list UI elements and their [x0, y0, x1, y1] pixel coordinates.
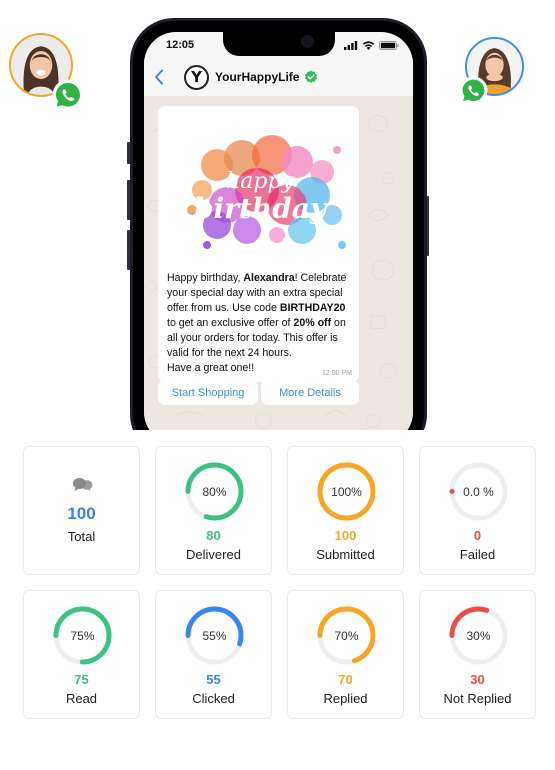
whatsapp-icon: [52, 79, 84, 111]
ring-percent-label: 70%: [334, 628, 359, 643]
chat-background: happy birthday Happy birthday, Alexandra…: [144, 96, 413, 444]
phone-notch: [222, 32, 335, 56]
stat-card-not-replied: 30% 30 Not Replied: [419, 590, 536, 719]
stat-label: Replied: [323, 691, 368, 706]
more-details-button[interactable]: More Details: [261, 380, 359, 405]
stat-value: 30: [470, 672, 485, 687]
stat-card-submitted: 100% 100 Submitted: [287, 446, 404, 575]
stat-card-replied: 70% 70 Replied: [287, 590, 404, 719]
business-logo: Y: [184, 64, 209, 90]
delivered-progress-ring: 80%: [184, 461, 245, 522]
ring-percent-label: 75%: [70, 628, 95, 643]
recipient-name: Alexandra: [243, 272, 295, 284]
read-progress-ring: 75%: [52, 605, 113, 666]
status-icons: [344, 41, 399, 50]
message-time: 12:00 PM: [322, 370, 352, 377]
stat-value: 70: [338, 672, 353, 687]
total-label: Total: [67, 529, 96, 544]
phone-screen: 12:05 Y YourHappyLife happy birthday Hap…: [144, 32, 413, 444]
birthday-image: happy birthday: [162, 110, 355, 267]
status-time: 12:05: [166, 39, 195, 51]
message-bubble: happy birthday Happy birthday, Alexandra…: [158, 106, 359, 382]
image-caption-happy: happy: [226, 169, 294, 194]
total-value: 100: [67, 504, 96, 523]
phone-mockup: 12:05 Y YourHappyLife happy birthday Hap…: [130, 18, 427, 458]
message-text-part: Have a great one!!: [167, 362, 255, 374]
cta-buttons: Start Shopping More Details: [158, 380, 359, 405]
stat-label: Not Replied: [443, 691, 512, 706]
stat-card-delivered: 80% 80 Delivered: [155, 446, 272, 575]
stat-label: Clicked: [192, 691, 235, 706]
verified-check-icon: [305, 70, 318, 83]
stat-value: 75: [74, 672, 89, 687]
stat-card-clicked: 55% 55 Clicked: [155, 590, 272, 719]
ring-percent-label: 100%: [331, 484, 362, 499]
stat-value: 55: [206, 672, 221, 687]
stat-value: 0: [473, 528, 482, 543]
chat-bubbles-icon: [73, 478, 94, 494]
stat-label: Submitted: [316, 547, 375, 562]
chat-header: Y YourHappyLife: [144, 58, 413, 96]
wifi-icon: [362, 41, 375, 50]
stat-label: Delivered: [186, 547, 241, 562]
stat-card-read: 75% 75 Read: [23, 590, 140, 719]
replied-progress-ring: 70%: [316, 605, 377, 666]
ring-percent-label: 55%: [202, 628, 227, 643]
discount-amount: 20% off: [293, 317, 332, 329]
stat-label: Failed: [459, 547, 496, 562]
ring-percent-label: 0.0 %: [463, 484, 494, 499]
stat-value: 100: [334, 528, 357, 543]
stats-grid: 100 Total 80% 80 Delivered 100% 100 Subm…: [23, 446, 536, 719]
stat-card-failed: 0.0 % 0 Failed: [419, 446, 536, 575]
image-caption-birthday: birthday: [194, 192, 328, 225]
message-text: Happy birthday, Alexandra! Celebrate you…: [162, 267, 355, 378]
coupon-code: BIRTHDAY20: [279, 302, 346, 314]
not-replied-progress-ring: 30%: [448, 605, 509, 666]
birthday-splash-image: happy birthday: [162, 110, 355, 267]
stat-label: Read: [65, 691, 98, 706]
stat-card-total: 100 Total: [23, 446, 140, 575]
message-text-part: Happy birthday,: [167, 272, 244, 284]
battery-icon: [379, 41, 399, 50]
ring-percent-label: 80%: [202, 484, 227, 499]
business-name[interactable]: YourHappyLife: [215, 70, 299, 84]
failed-progress-ring: 0.0 %: [448, 461, 509, 522]
chevron-left-icon[interactable]: [154, 67, 168, 87]
submitted-progress-ring: 100%: [316, 461, 377, 522]
whatsapp-icon: [459, 76, 488, 105]
stat-value: 80: [206, 528, 221, 543]
start-shopping-button[interactable]: Start Shopping: [158, 380, 258, 405]
message-text-part: to get an exclusive offer of: [167, 317, 294, 329]
camera-icon: [300, 35, 314, 48]
signal-icon: [344, 41, 358, 50]
ring-percent-label: 30%: [466, 628, 491, 643]
clicked-progress-ring: 55%: [184, 605, 245, 666]
